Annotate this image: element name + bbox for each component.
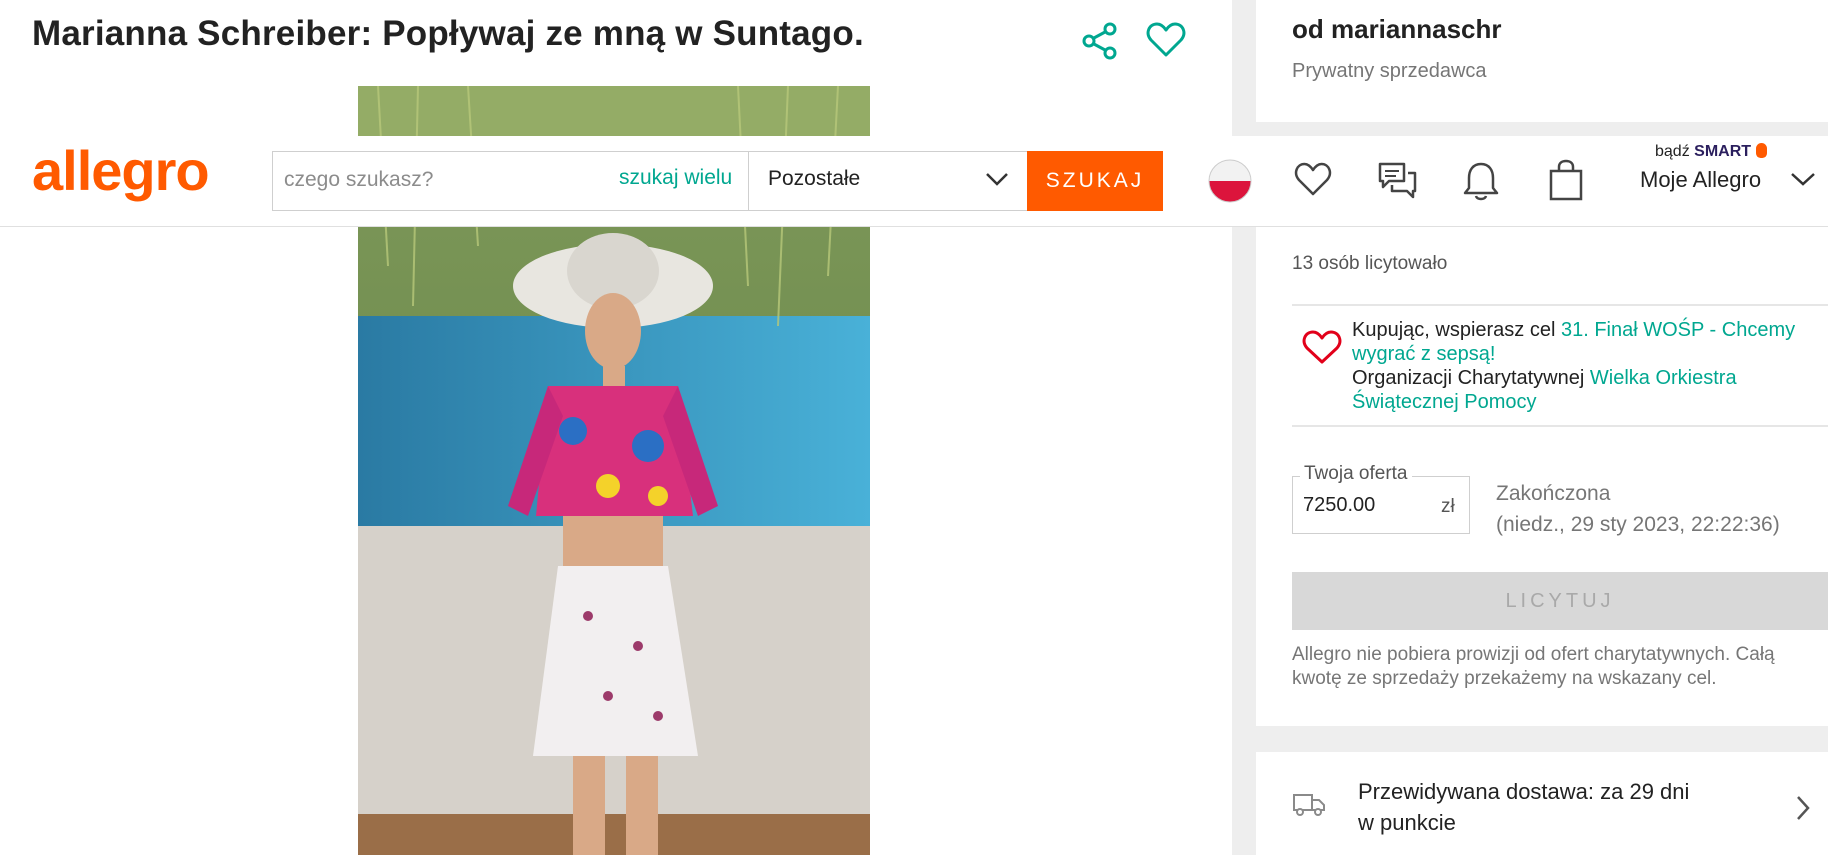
cart-bag-icon[interactable] bbox=[1548, 159, 1584, 206]
search-button[interactable]: SZUKAJ bbox=[1027, 151, 1163, 211]
auction-status: Zakończona (niedz., 29 sty 2023, 22:22:3… bbox=[1496, 478, 1780, 540]
my-allegro-menu[interactable]: Moje Allegro bbox=[1640, 167, 1761, 193]
bidders-count[interactable]: 13 osób licytowało bbox=[1292, 253, 1447, 275]
search-many-link[interactable]: szukaj wielu bbox=[619, 166, 732, 190]
poland-flag-icon[interactable] bbox=[1208, 159, 1252, 208]
listing-title: Marianna Schreiber: Popływaj ze mną w Su… bbox=[32, 14, 864, 53]
bid-currency: zł bbox=[1441, 496, 1455, 517]
commission-note: Allegro nie pobiera prowizji od ofert ch… bbox=[1292, 644, 1775, 689]
smart-label: SMART bbox=[1694, 143, 1752, 160]
divider bbox=[1292, 304, 1828, 306]
bid-label: Twoja oferta bbox=[1300, 463, 1412, 485]
delivery-line-1: Przewidywana dostawa: za 29 dni bbox=[1358, 779, 1690, 804]
delivery-estimate: Przewidywana dostawa: za 29 dni w punkci… bbox=[1358, 776, 1689, 838]
charity-heart-icon bbox=[1302, 330, 1342, 371]
bell-icon[interactable] bbox=[1462, 160, 1500, 207]
favorite-icon[interactable] bbox=[1146, 21, 1186, 64]
smart-promo[interactable]: bądź SMART bbox=[1655, 143, 1767, 161]
auction-end-date: (niedz., 29 sty 2023, 22:22:36) bbox=[1496, 513, 1780, 536]
heart-icon[interactable] bbox=[1294, 161, 1332, 202]
delivery-line-2: w punkcie bbox=[1358, 810, 1456, 835]
charity-info: Kupując, wspierasz cel 31. Finał WOŚP - … bbox=[1352, 318, 1822, 414]
messages-icon[interactable] bbox=[1378, 161, 1418, 206]
divider bbox=[1292, 425, 1828, 427]
allegro-logo[interactable]: allegro bbox=[32, 138, 210, 203]
auction-status-label: Zakończona bbox=[1496, 482, 1611, 505]
smart-prefix: bądź bbox=[1655, 143, 1690, 160]
share-icon[interactable] bbox=[1080, 21, 1120, 66]
smart-badge-icon bbox=[1755, 143, 1767, 158]
seller-type: Prywatny sprzedawca bbox=[1292, 60, 1487, 82]
bid-input[interactable] bbox=[1303, 494, 1423, 517]
chevron-down-icon[interactable] bbox=[985, 172, 1009, 191]
truck-icon bbox=[1292, 790, 1326, 823]
category-value: Pozostałe bbox=[768, 167, 861, 190]
chevron-right-icon[interactable] bbox=[1794, 794, 1812, 827]
bid-button[interactable]: LICYTUJ bbox=[1292, 572, 1828, 630]
charity-prefix: Kupując, wspierasz cel bbox=[1352, 319, 1561, 341]
search-input[interactable] bbox=[284, 168, 594, 192]
org-prefix: Organizacji Charytatywnej bbox=[1352, 367, 1590, 389]
seller-name[interactable]: od mariannaschr bbox=[1292, 14, 1502, 45]
chevron-down-icon[interactable] bbox=[1790, 172, 1816, 191]
